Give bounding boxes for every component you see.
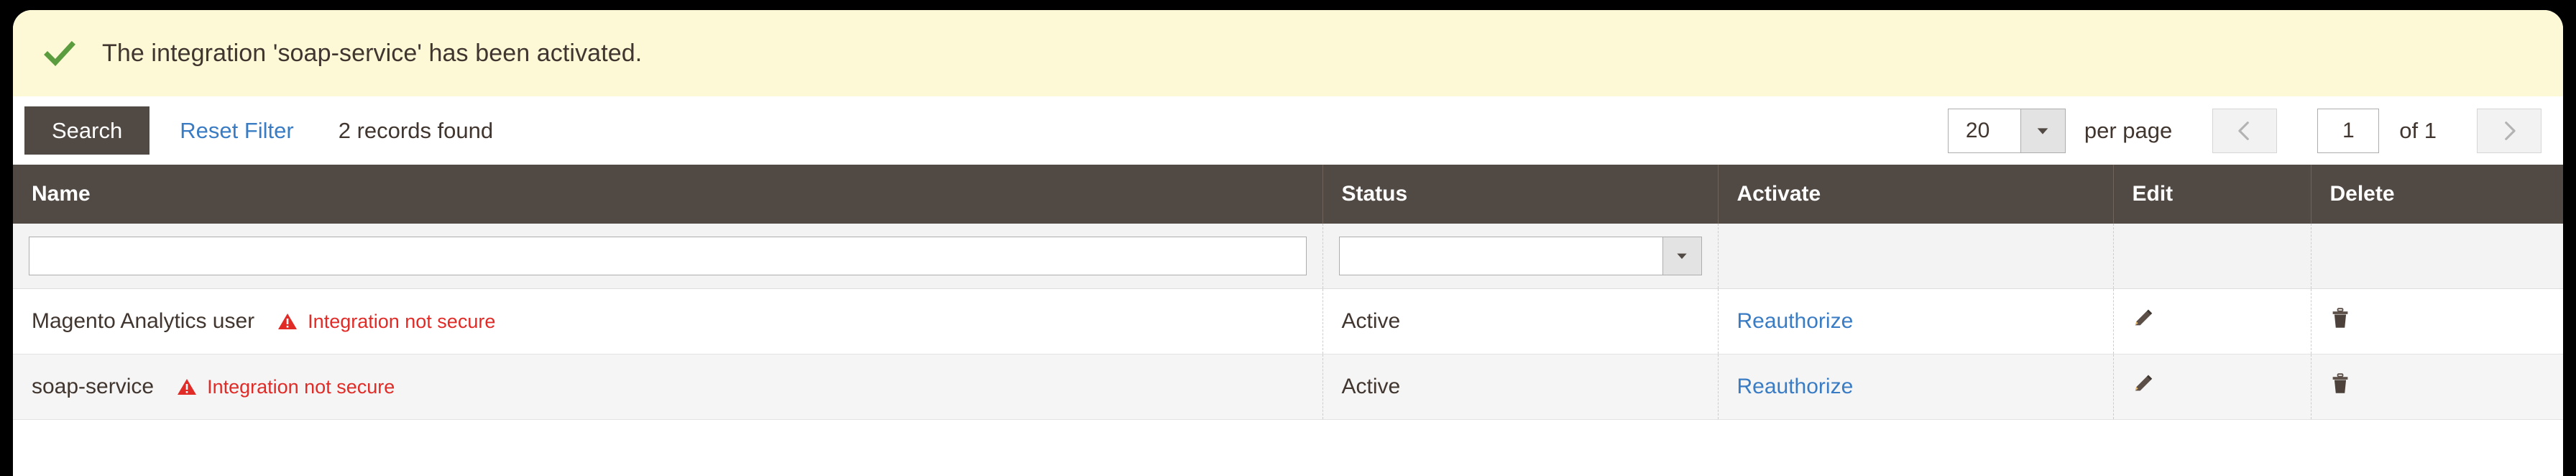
table-row[interactable]: soap-service Integration not secure Acti… [13,354,2563,420]
warning-triangle-icon [278,313,298,329]
browser-viewport: The integration 'soap-service' has been … [13,10,2563,476]
current-page-input[interactable]: 1 [2317,108,2380,153]
reauthorize-link[interactable]: Reauthorize [1737,375,1854,398]
cell-activate: Reauthorize [1718,354,2114,420]
cell-edit [2113,288,2312,354]
column-header-delete[interactable]: Delete [2311,165,2563,224]
grid-filter-row [13,224,2563,289]
check-icon [43,38,76,71]
success-message-text: The integration 'soap-service' has been … [102,39,643,67]
grid-toolbar: Search Reset Filter 2 records found 20 p… [13,96,2563,165]
cell-delete [2311,354,2563,420]
filter-cell-name [13,224,1323,289]
per-page-value: 20 [1948,109,2020,152]
cell-delete [2311,288,2563,354]
status-badge: Integration not secure [177,376,395,398]
pagination-controls: 20 per page 1 of 1 [1947,108,2542,153]
cell-status: Active [1322,354,1719,420]
grid-body: Magento Analytics user Integration not s… [13,288,2563,420]
cell-status: Active [1322,288,1719,354]
trash-icon[interactable] [2330,373,2350,395]
trash-icon[interactable] [2330,308,2350,329]
integrations-grid: Name Status Activate Edit Delete Magento… [13,165,2563,420]
grid-header: Name Status Activate Edit Delete [13,165,2563,224]
cell-name: soap-service Integration not secure [13,354,1323,420]
filter-cell-status [1322,224,1719,289]
previous-page-button[interactable] [2212,108,2278,153]
grid-header-row: Name Status Activate Edit Delete [13,165,2563,224]
name-filter-input[interactable] [29,237,1307,275]
pencil-icon[interactable] [2133,373,2154,395]
warning-triangle-icon [178,379,197,395]
column-header-activate[interactable]: Activate [1718,165,2114,224]
per-page-select[interactable]: 20 [1947,108,2066,153]
chevron-down-icon[interactable] [2020,109,2065,152]
per-page-label: per page [2084,117,2173,143]
chevron-down-icon[interactable] [1662,237,1701,275]
status-filter-value [1340,237,1662,275]
reauthorize-link[interactable]: Reauthorize [1737,309,1854,333]
cell-activate: Reauthorize [1718,288,2114,354]
grid-filter-body [13,224,2563,289]
next-page-button[interactable] [2477,108,2542,153]
table-row[interactable]: Magento Analytics user Integration not s… [13,288,2563,354]
records-found-count: 2 records found [338,117,494,143]
filter-cell-delete [2311,224,2563,289]
pencil-icon[interactable] [2133,308,2154,329]
filter-cell-edit [2113,224,2312,289]
total-pages-label: of 1 [2399,117,2437,143]
cell-name: Magento Analytics user Integration not s… [13,288,1323,354]
reset-filter-link[interactable]: Reset Filter [180,118,293,144]
integration-not-secure-text: Integration not secure [207,375,395,398]
status-filter-select[interactable] [1338,237,1702,275]
search-button[interactable]: Search [24,106,150,155]
integration-not-secure-text: Integration not secure [308,310,496,332]
integration-name: soap-service [32,375,155,398]
cell-edit [2113,354,2312,420]
column-header-edit[interactable]: Edit [2113,165,2312,224]
column-header-name[interactable]: Name [13,165,1323,224]
filter-cell-activate [1718,224,2114,289]
success-message-banner: The integration 'soap-service' has been … [13,10,2563,96]
status-badge: Integration not secure [277,311,495,333]
column-header-status[interactable]: Status [1322,165,1719,224]
integration-name: Magento Analytics user [32,309,255,333]
